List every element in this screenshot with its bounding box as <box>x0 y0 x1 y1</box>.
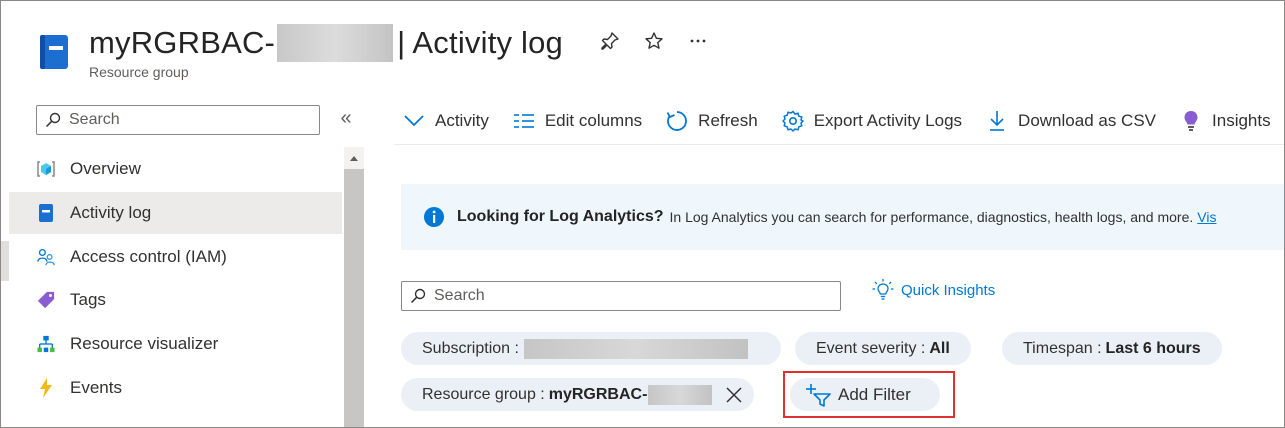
columns-icon <box>511 108 537 134</box>
lightning-icon <box>37 378 55 398</box>
people-icon <box>37 248 55 266</box>
banner-message: In Log Analytics you can search for perf… <box>669 209 1194 225</box>
sidebar-item-label: Activity log <box>70 203 152 222</box>
activity-search-input[interactable] <box>434 287 834 305</box>
insights-label: Insights <box>1212 111 1271 130</box>
activity-label: Activity <box>435 111 489 130</box>
banner-link[interactable]: Vis <box>1197 209 1216 225</box>
log-analytics-banner: Looking for Log Analytics? In Log Analyt… <box>401 184 1284 250</box>
banner-title: Looking for Log Analytics? <box>457 208 664 225</box>
search-icon <box>410 288 426 304</box>
quick-insights-link[interactable]: Quick Insights <box>871 278 995 302</box>
sidebar-item-resource-visualizer[interactable]: Resource visualizer <box>9 323 342 365</box>
download-icon <box>984 108 1010 134</box>
refresh-icon <box>664 108 690 134</box>
sidebar-item-label: Access control (IAM) <box>70 247 227 266</box>
download-csv-button[interactable]: Download as CSV <box>984 108 1156 134</box>
sidebar-item-label: Overview <box>70 159 141 178</box>
severity-label: Event severity : <box>816 339 926 357</box>
sidebar-item-label: Resource visualizer <box>70 334 219 353</box>
resource-group-filter-pill[interactable]: Resource group : myRGRBAC- <box>401 378 755 411</box>
export-activity-logs-button[interactable]: Export Activity Logs <box>780 108 962 134</box>
app-window: myRGRBAC- | Activity log Resource group … <box>0 0 1285 428</box>
export-label: Export Activity Logs <box>813 111 963 130</box>
timespan-label: Timespan : <box>1023 339 1102 357</box>
resource-group-value: myRGRBAC- <box>548 385 648 403</box>
activity-search[interactable] <box>401 281 841 311</box>
chevron-down-icon <box>401 108 427 134</box>
refresh-button[interactable]: Refresh <box>664 108 758 134</box>
activity-log-icon <box>37 204 55 222</box>
add-filter-highlight <box>783 371 955 418</box>
sidebar-item-access-control[interactable]: Access control (IAM) <box>9 236 342 278</box>
event-severity-filter-pill[interactable]: Event severity : All <box>795 332 971 365</box>
redacted-subscription <box>523 338 748 359</box>
download-label: Download as CSV <box>1018 111 1157 130</box>
resource-group-label: Resource group : <box>422 385 545 403</box>
refresh-label: Refresh <box>698 111 758 130</box>
sidebar-item-label: Events <box>70 378 122 397</box>
tag-icon <box>37 291 55 309</box>
lightbulb-icon <box>1178 108 1204 134</box>
pin-icon[interactable] <box>598 29 622 53</box>
timespan-value: Last 6 hours <box>1105 339 1201 357</box>
info-icon <box>424 207 444 227</box>
redacted-name <box>277 24 394 62</box>
gear-icon <box>780 108 806 134</box>
sidebar-search-input[interactable] <box>69 111 309 129</box>
visualizer-icon <box>37 335 55 353</box>
sidebar-item-label: Tags <box>70 290 106 309</box>
sidebar-item-tags[interactable]: Tags <box>9 279 342 321</box>
edit-columns-button[interactable]: Edit columns <box>511 108 642 134</box>
collapse-sidebar-button[interactable]: « <box>335 107 357 130</box>
insights-button[interactable]: Insights <box>1178 108 1271 134</box>
lightbulb-icon <box>872 279 894 300</box>
timespan-filter-pill[interactable]: Timespan : Last 6 hours <box>1002 332 1222 365</box>
subscription-filter-pill[interactable]: Subscription : <box>401 332 781 365</box>
page-title-prefix: myRGRBAC- <box>89 25 276 60</box>
toolbar-divider <box>394 144 1284 145</box>
command-bar: Activity Edit columns Refresh Export Act… <box>401 105 1284 137</box>
search-icon <box>45 112 61 128</box>
sidebar-item-activity-log[interactable]: Activity log <box>9 192 342 234</box>
sidebar-scrollbar-thumb[interactable] <box>344 169 364 427</box>
left-edge-marker <box>1 241 9 281</box>
sidebar-item-overview[interactable]: Overview <box>9 148 342 190</box>
activity-button[interactable]: Activity <box>401 108 489 134</box>
page-subtitle: Resource group <box>89 64 189 80</box>
scroll-up-icon[interactable] <box>344 150 364 166</box>
overview-icon <box>37 160 55 178</box>
header-actions <box>598 29 710 53</box>
edit-columns-label: Edit columns <box>544 111 643 130</box>
page-title: myRGRBAC- | Activity log <box>89 23 563 63</box>
more-icon[interactable] <box>686 29 710 53</box>
sidebar-item-events[interactable]: Events <box>9 367 342 409</box>
activity-log-resource-icon <box>40 35 68 69</box>
sidebar-search[interactable] <box>36 105 320 135</box>
page-title-suffix: | Activity log <box>397 25 563 60</box>
star-icon[interactable] <box>642 29 666 53</box>
subscription-label: Subscription : <box>422 339 519 357</box>
close-icon[interactable] <box>724 385 744 405</box>
redacted-resource-group <box>648 384 713 405</box>
quick-insights-label: Quick Insights <box>901 281 996 299</box>
severity-value: All <box>929 339 950 357</box>
